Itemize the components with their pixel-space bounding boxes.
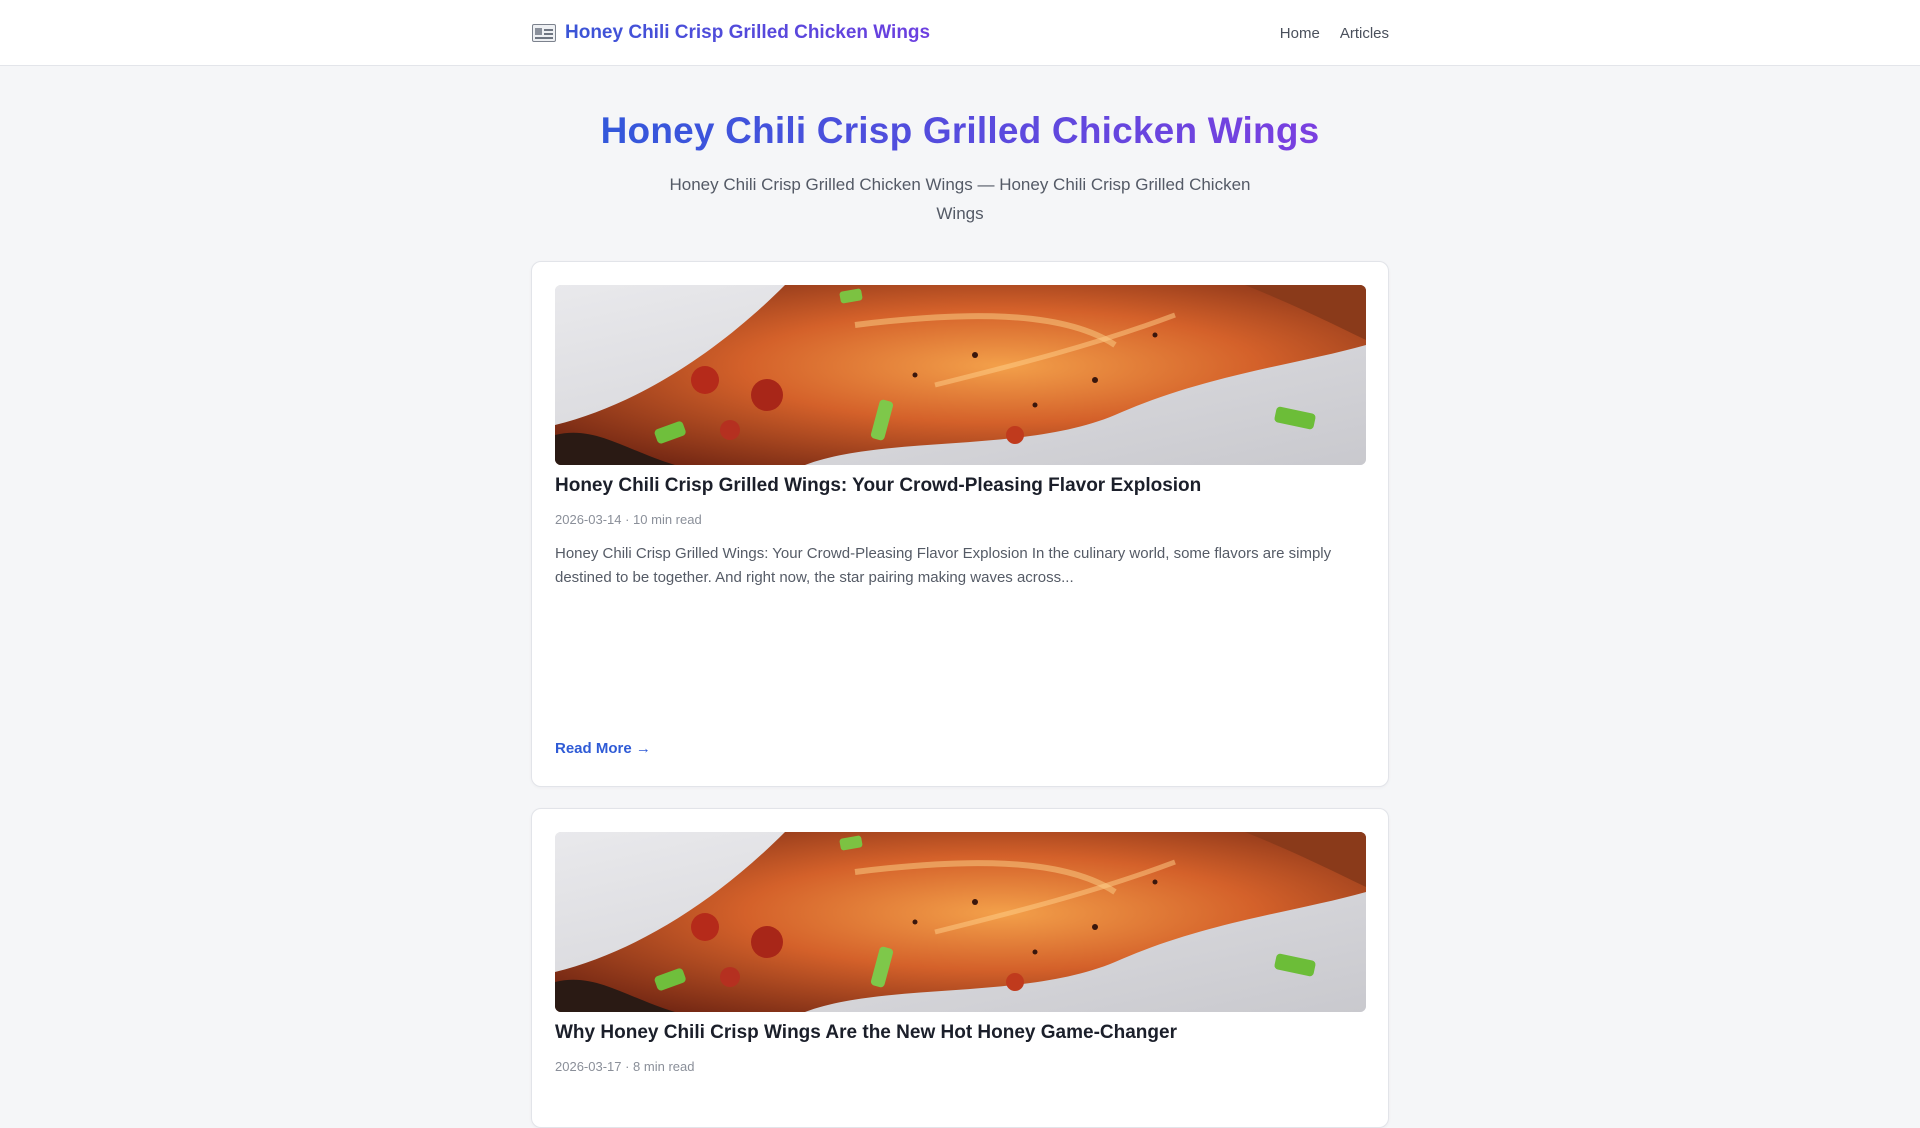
brand-home-link[interactable]: Honey Chili Crisp Grilled Chicken Wings [531,22,930,44]
main-nav: Home Articles [1280,25,1389,42]
nav-home-link[interactable]: Home [1280,25,1320,42]
article-title[interactable]: Honey Chili Crisp Grilled Wings: Your Cr… [555,475,1366,497]
top-navigation-inner: Honey Chili Crisp Grilled Chicken Wings … [531,0,1389,66]
top-navigation-bar: Honey Chili Crisp Grilled Chicken Wings … [0,0,1920,66]
article-title[interactable]: Why Honey Chili Crisp Wings Are the New … [555,1022,1366,1044]
article-excerpt: Honey Chili Crisp Grilled Wings: Your Cr… [555,545,1332,586]
page-title: Honey Chili Crisp Grilled Chicken Wings [600,110,1320,151]
article-meta: 2026-03-14 · 10 min read [555,512,702,527]
brand-title: Honey Chili Crisp Grilled Chicken Wings [565,22,931,43]
article-thumbnail-image[interactable] [555,285,1366,465]
article-meta: 2026-03-17 · 8 min read [555,1059,695,1074]
page-subtitle: Honey Chili Crisp Grilled Chicken Wings … [669,175,1251,223]
article-thumbnail-image[interactable] [555,832,1366,1012]
newspaper-icon [531,22,557,44]
article-card: Why Honey Chili Crisp Wings Are the New … [531,808,1389,1128]
hero-section: Honey Chili Crisp Grilled Chicken Wings … [0,110,1920,228]
article-card: Honey Chili Crisp Grilled Wings: Your Cr… [531,261,1389,787]
read-more-link[interactable]: Read More → [555,740,651,757]
nav-articles-link[interactable]: Articles [1340,25,1389,42]
